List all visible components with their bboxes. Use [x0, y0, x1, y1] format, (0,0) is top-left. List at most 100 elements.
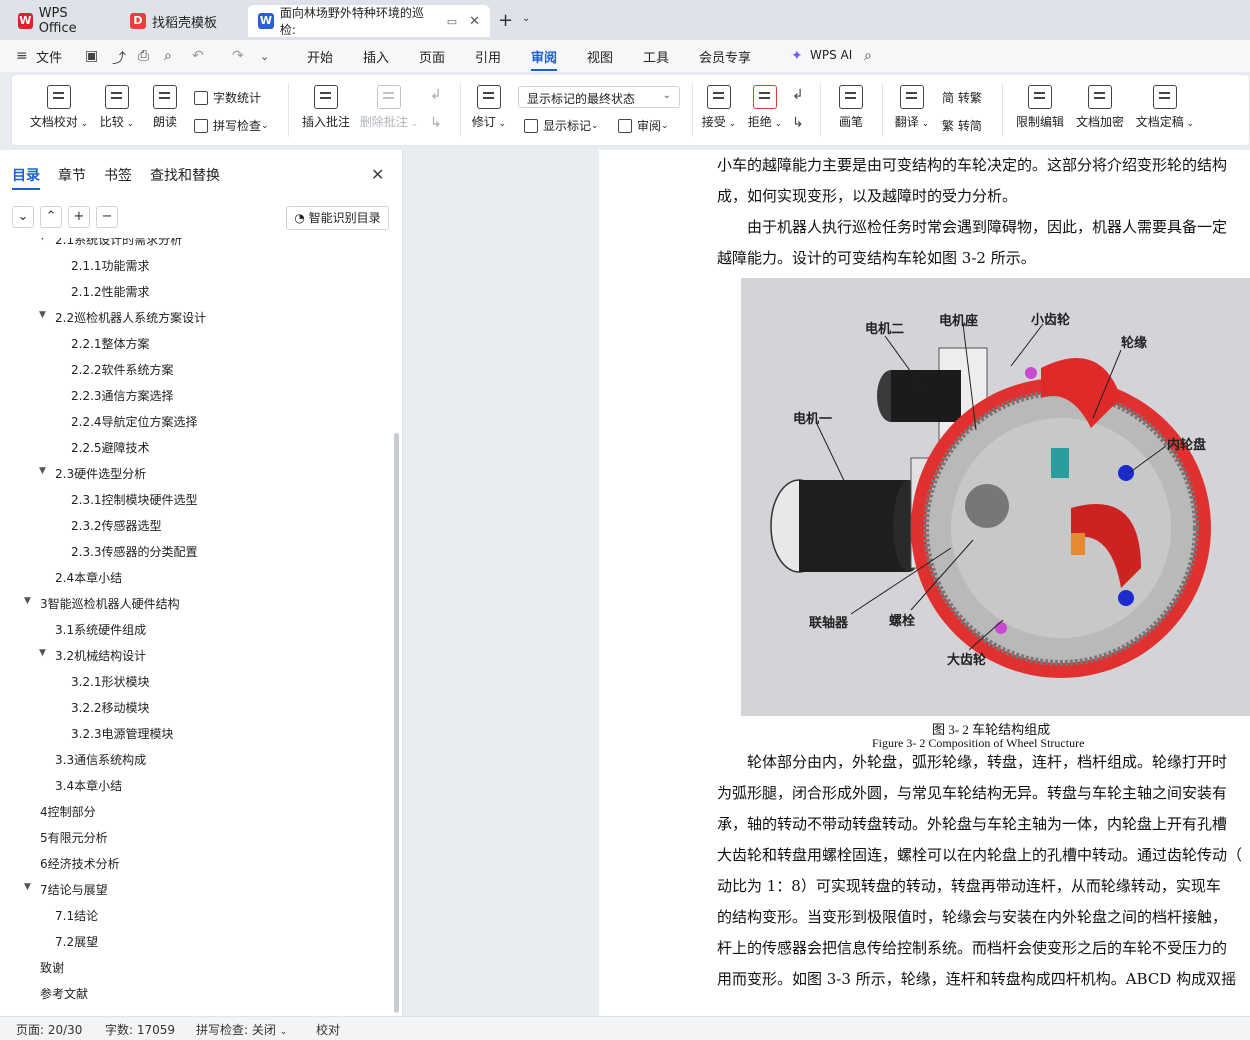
menu-insert[interactable]: 插入 — [363, 47, 389, 66]
promote-heading-button[interactable]: + — [68, 206, 90, 228]
wheel-structure-figure[interactable]: 电机二 电机座 小齿轮 轮缘 电机一 内轮盘 联轴器 螺栓 大齿轮 — [741, 278, 1250, 716]
tab-current-document[interactable]: W 面向林场野外特种环境的巡检: ▭ ✕ — [248, 5, 490, 37]
paragraph-line[interactable]: 动比为 1：8）可实现转盘的转动，转盘再带动连杆，从而轮缘转动，实现车 — [717, 875, 1221, 896]
paragraph-line[interactable]: 小车的越障能力主要是由可变结构的车轮决定的。这部分将介绍变形轮的结构 — [717, 154, 1227, 175]
toc-item[interactable]: 7.2展望 — [55, 933, 98, 950]
menu-home[interactable]: 开始 — [307, 47, 333, 66]
menu-file[interactable]: 文件 — [36, 47, 62, 66]
expand-caret-icon[interactable]: ▼ — [39, 466, 46, 476]
toc-item[interactable]: 参考文献 — [40, 985, 88, 1002]
to-simplified-button[interactable]: 繁 转简 — [942, 117, 982, 134]
toc-item[interactable]: 2.1.2性能需求 — [71, 283, 150, 300]
word-count-button[interactable]: 字数统计 — [194, 89, 261, 106]
toc-item[interactable]: 3.2.2移动模块 — [71, 699, 150, 716]
demote-heading-button[interactable]: − — [96, 206, 118, 228]
toc-item[interactable]: ▼ 3.2机械结构设计 — [39, 647, 146, 664]
finalize-button[interactable]: 文档定稿 ⌄ — [1132, 85, 1198, 130]
toc-item[interactable]: ▼ 2.1系统设计的需求分析 — [39, 238, 182, 248]
encrypt-button[interactable]: 文档加密 — [1072, 85, 1128, 130]
pen-button[interactable]: 画笔 — [834, 85, 868, 130]
save-icon[interactable]: ▣ — [85, 48, 98, 64]
expand-caret-icon[interactable]: ▼ — [24, 596, 31, 606]
next-comment-icon[interactable]: ↳ — [430, 115, 442, 131]
menu-view[interactable]: 视图 — [587, 47, 613, 66]
menu-membership[interactable]: 会员专享 — [699, 47, 751, 66]
review-pane-button[interactable]: 审阅 ⌄ — [618, 117, 669, 134]
toc-item[interactable]: 3.2.1形状模块 — [71, 673, 150, 690]
toc-item[interactable]: 3.1系统硬件组成 — [55, 621, 146, 638]
toc-item[interactable]: 2.1.1功能需求 — [71, 257, 150, 274]
display-state-select[interactable]: 显示标记的最终状态 ⌄ — [518, 86, 680, 108]
spell-check-status[interactable]: 拼写检查: 关闭 ⌄ — [196, 1021, 287, 1038]
toc-item[interactable]: 3.2.3电源管理模块 — [71, 725, 174, 742]
collapse-all-button[interactable]: ⌃ — [40, 206, 62, 228]
proofread-status[interactable]: 校对 — [316, 1021, 340, 1038]
undo-icon[interactable]: ↶ — [192, 48, 204, 64]
paragraph-line[interactable]: 由于机器人执行巡检任务时常会遇到障碍物，因此，机器人需要具备一定 — [717, 216, 1227, 237]
toc-item[interactable]: 2.3.2传感器选型 — [71, 517, 162, 534]
tab-bookmarks[interactable]: 书签 — [104, 165, 132, 185]
read-aloud-button[interactable]: 朗读 — [148, 85, 182, 130]
smart-toc-button[interactable]: ◔ 智能识别目录 — [286, 206, 389, 230]
toc-item[interactable]: 7.1结论 — [55, 907, 98, 924]
translate-button[interactable]: 翻译 ⌄ — [892, 85, 932, 130]
toc-item[interactable]: ▼ 2.2巡检机器人系统方案设计 — [39, 309, 206, 326]
proofread-button[interactable]: 文档校对 ⌄ — [28, 85, 90, 130]
word-count-indicator[interactable]: 字数: 17059 — [105, 1021, 175, 1038]
toc-item[interactable]: 3.4本章小结 — [55, 777, 122, 794]
prev-change-icon[interactable]: ↲ — [792, 87, 804, 103]
compare-button[interactable]: 比较 ⌄ — [96, 85, 138, 130]
quick-access-chevron-icon[interactable]: ⌄ — [260, 50, 269, 63]
toc-scrollbar[interactable] — [394, 433, 399, 1013]
paragraph-line[interactable]: 大齿轮和转盘用螺栓固连，螺栓可以在内轮盘上的孔槽中转动。通过齿轮传动（ — [717, 844, 1242, 865]
toc-item[interactable]: 2.2.5避障技术 — [71, 439, 150, 456]
toc-item[interactable]: 2.2.2软件系统方案 — [71, 361, 174, 378]
toc-item[interactable]: 4控制部分 — [40, 803, 96, 820]
restrict-edit-button[interactable]: 限制编辑 — [1012, 85, 1068, 130]
toc-item[interactable]: 2.2.3通信方案选择 — [71, 387, 174, 404]
paragraph-line[interactable]: 越障能力。设计的可变结构车轮如图 3-2 所示。 — [717, 247, 1036, 268]
paragraph-line[interactable]: 的结构变形。当变形到极限值时，轮缘会与安装在内外轮盘之间的档杆接触， — [717, 906, 1227, 927]
tab-sections[interactable]: 章节 — [58, 165, 86, 185]
hamburger-icon[interactable]: ≡ — [16, 48, 28, 64]
toc-item[interactable]: 2.2.1整体方案 — [71, 335, 150, 352]
reject-button[interactable]: 拒绝 ⌄ — [745, 85, 785, 130]
toc-item[interactable]: 5有限元分析 — [40, 829, 108, 846]
to-traditional-button[interactable]: 简 转繁 — [942, 89, 982, 106]
menu-references[interactable]: 引用 — [475, 47, 501, 66]
expand-caret-icon[interactable]: ▼ — [39, 648, 46, 658]
expand-caret-icon[interactable]: ▼ — [24, 882, 31, 892]
show-markup-button[interactable]: 显示标记 ⌄ — [524, 117, 599, 134]
expand-caret-icon[interactable]: ▼ — [39, 238, 46, 242]
menu-wps-ai[interactable]: WPS AI — [810, 48, 852, 62]
delete-comment-button[interactable]: 删除批注 ⌄ — [359, 85, 419, 130]
page-indicator[interactable]: 页面: 20/30 — [16, 1021, 82, 1038]
expand-caret-icon[interactable]: ▼ — [39, 310, 46, 320]
toc-item[interactable]: 2.2.4导航定位方案选择 — [71, 413, 198, 430]
search-icon[interactable]: ⌕ — [864, 48, 872, 64]
toc-item[interactable]: 2.4本章小结 — [55, 569, 122, 586]
toc-item[interactable]: 2.3.3传感器的分类配置 — [71, 543, 198, 560]
insert-comment-button[interactable]: 插入批注 — [299, 85, 353, 130]
screen-icon[interactable]: ▭ — [447, 15, 457, 28]
tab-docer-templates[interactable]: D 找稻壳模板 — [120, 5, 244, 37]
print-icon[interactable]: ⎙ — [138, 48, 149, 64]
close-icon[interactable]: ✕ — [371, 165, 384, 184]
menu-page[interactable]: 页面 — [419, 47, 445, 66]
track-changes-button[interactable]: 修订 ⌄ — [469, 85, 509, 130]
accept-button[interactable]: 接受 ⌄ — [699, 85, 739, 130]
share-icon[interactable]: ⤴ — [112, 48, 126, 68]
tab-wps-office[interactable]: W WPS Office — [8, 5, 114, 37]
paragraph-line[interactable]: 轮体部分由内，外轮盘，弧形轮缘，转盘，连杆，档杆组成。轮缘打开时 — [717, 751, 1227, 772]
paragraph-line[interactable]: 为弧形腿，闭合形成外圆，与常见车轮结构无异。转盘与车轮主轴之间安装有 — [717, 782, 1227, 803]
toc-item[interactable]: 6经济技术分析 — [40, 855, 120, 872]
expand-all-button[interactable]: ⌄ — [12, 206, 34, 228]
new-tab-icon[interactable]: + — [498, 10, 513, 31]
toc-item[interactable]: 致谢 — [40, 959, 64, 976]
spell-check-button[interactable]: 拼写检查 ⌄ — [194, 117, 269, 134]
toc-item[interactable]: ▼ 3智能巡检机器人硬件结构 — [24, 595, 180, 612]
tab-find-replace[interactable]: 查找和替换 — [150, 165, 220, 185]
print-preview-icon[interactable]: ⌕ — [164, 48, 172, 64]
toc-item[interactable]: ▼ 7结论与展望 — [24, 881, 108, 898]
toc-item[interactable]: 3.3通信系统构成 — [55, 751, 146, 768]
